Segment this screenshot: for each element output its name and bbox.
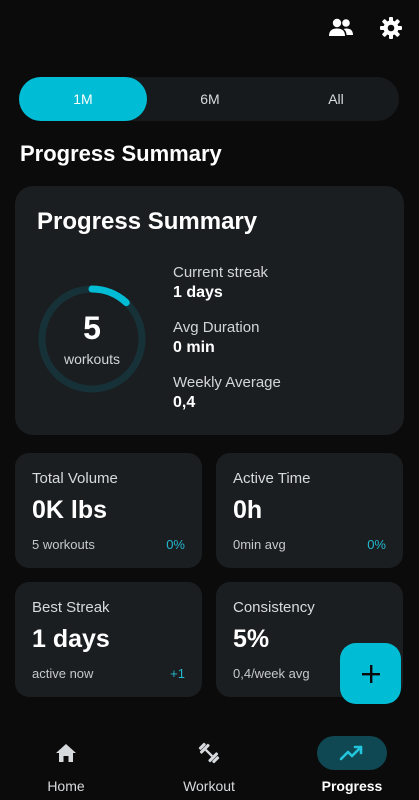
card-label: Active Time (233, 470, 311, 487)
page-title: Progress Summary (20, 141, 222, 166)
gear-icon[interactable] (377, 14, 405, 42)
nav-pill (174, 736, 244, 770)
card-subtext: 0min avg (233, 537, 286, 552)
stat-avg-duration: Avg Duration 0 min (173, 319, 259, 357)
add-workout-button[interactable] (340, 643, 401, 704)
nav-pill (31, 736, 101, 770)
stat-value: 0,4 (173, 394, 196, 411)
stat-value: 1 days (173, 284, 223, 301)
stat-weekly-average: Weekly Average 0,4 (173, 374, 281, 412)
people-icon[interactable] (327, 14, 355, 42)
plus-icon (361, 664, 380, 683)
card-value: 0h (233, 496, 263, 524)
card-subtext: active now (32, 666, 94, 681)
trending-up-icon (339, 745, 363, 761)
bottom-nav: Home Workout Progress (0, 718, 419, 800)
tab-1m[interactable]: 1M (19, 77, 147, 121)
nav-item-progress[interactable]: Progress (297, 736, 407, 794)
best-streak-card[interactable]: Best Streak 1 days active now +1 (15, 582, 202, 697)
card-value: 0K lbs (32, 496, 108, 524)
card-label: Total Volume (32, 470, 118, 487)
card-label: Best Streak (32, 599, 110, 616)
top-bar (327, 12, 405, 44)
nav-label: Workout (183, 778, 235, 794)
tab-all[interactable]: All (273, 77, 399, 121)
stat-label: Avg Duration (173, 319, 260, 336)
progress-screen: 1M 6M All Progress Summary Progress Summ… (0, 0, 419, 800)
home-icon (56, 744, 76, 762)
dumbbell-icon (198, 742, 220, 764)
card-change-badge: 0% (166, 537, 185, 552)
summary-card: Progress Summary 5 workouts Current stre… (15, 186, 404, 435)
tab-6m[interactable]: 6M (147, 77, 273, 121)
workouts-count: 5 (83, 310, 101, 346)
card-change-badge: 0% (367, 537, 386, 552)
card-subtext: 5 workouts (32, 537, 95, 552)
range-selector: 1M 6M All (19, 77, 399, 121)
card-subtext: 0,4/week avg (233, 666, 310, 681)
stat-label: Current streak (173, 264, 269, 281)
card-label: Consistency (233, 599, 315, 616)
card-change-badge: +1 (170, 666, 185, 681)
nav-pill-active (317, 736, 387, 770)
active-time-card[interactable]: Active Time 0h 0min avg 0% (216, 453, 403, 568)
nav-item-workout[interactable]: Workout (154, 736, 264, 794)
nav-label: Progress (321, 778, 383, 794)
stat-current-streak: Current streak 1 days (173, 264, 268, 302)
stat-value: 0 min (173, 339, 215, 356)
nav-item-home[interactable]: Home (11, 736, 121, 794)
total-volume-card[interactable]: Total Volume 0K lbs 5 workouts 0% (15, 453, 202, 568)
nav-label: Home (47, 778, 85, 794)
card-value: 1 days (32, 625, 110, 653)
workouts-label: workouts (63, 351, 121, 367)
stat-label: Weekly Average (173, 374, 281, 391)
summary-title: Progress Summary (37, 208, 258, 235)
card-value: 5% (233, 625, 270, 653)
